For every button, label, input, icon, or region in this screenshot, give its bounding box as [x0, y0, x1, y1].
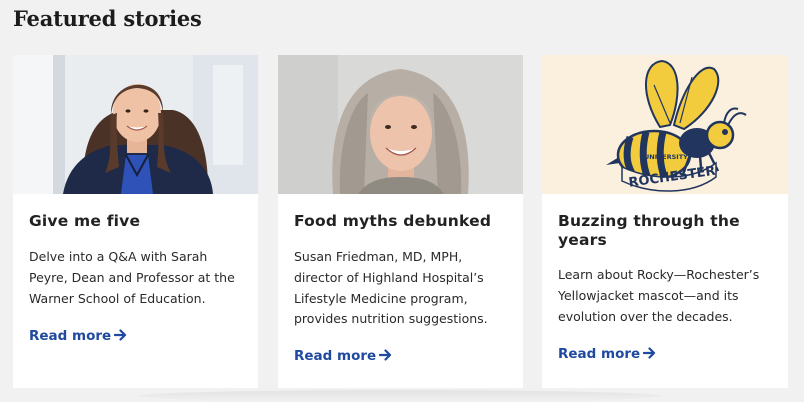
card-title[interactable]: Give me five [29, 212, 244, 231]
card-title[interactable]: Buzzing through the years [558, 212, 773, 250]
story-card-food-myths: Food myths debunked Susan Friedman, MD, … [278, 55, 523, 388]
read-more-link[interactable]: Read more [29, 328, 127, 344]
arrow-right-icon [643, 347, 656, 359]
story-card-give-me-five: Give me five Delve into a Q&A with Sarah… [13, 55, 258, 388]
read-more-label: Read more [294, 348, 377, 364]
scroll-shadow [140, 390, 660, 402]
read-more-label: Read more [558, 346, 641, 362]
card-image-sarah-peyre[interactable] [13, 55, 258, 194]
arrow-right-icon [379, 349, 392, 361]
card-title[interactable]: Food myths debunked [294, 212, 509, 231]
read-more-link[interactable]: Read more [294, 348, 392, 364]
arrow-right-icon [114, 329, 127, 341]
read-more-link[interactable]: Read more [558, 346, 656, 362]
story-card-buzzing: UNIVERSITY ROCHESTER Buzzing through the… [542, 55, 788, 388]
portrait-photo-icon [13, 55, 258, 194]
mascot-university-text: UNIVERSITY [644, 153, 688, 161]
card-description: Learn about Rocky—Rochester’s Yellowjack… [558, 267, 760, 324]
card-image-rocky-mascot[interactable]: UNIVERSITY ROCHESTER [542, 55, 788, 194]
portrait-photo-icon [278, 55, 523, 194]
card-description: Delve into a Q&A with Sarah Peyre, Dean … [29, 249, 235, 306]
card-description: Susan Friedman, MD, MPH, director of Hig… [294, 249, 488, 327]
yellowjacket-mascot-icon: UNIVERSITY ROCHESTER [542, 55, 788, 194]
section-title: Featured stories [13, 6, 202, 31]
read-more-label: Read more [29, 328, 112, 344]
card-image-susan-friedman[interactable] [278, 55, 523, 194]
